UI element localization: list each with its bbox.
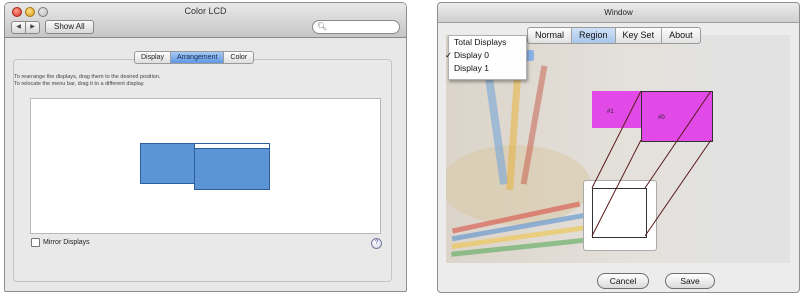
region-label: #1: [607, 109, 614, 115]
tab-display[interactable]: Display: [135, 52, 171, 63]
menu-item-display-0[interactable]: ✓ Display 0: [445, 49, 526, 62]
tab-about[interactable]: About: [662, 28, 700, 43]
tab-color[interactable]: Color: [224, 52, 253, 63]
search-input[interactable]: 🔍︎: [312, 20, 400, 34]
forward-button[interactable]: ▶: [26, 21, 40, 34]
show-all-button[interactable]: Show All: [45, 20, 94, 34]
instruction-line: To relocate the menu bar, drag it to a d…: [14, 81, 145, 87]
instruction-line: To rearrange the displays, drag them to …: [14, 74, 161, 80]
window-title: Window: [438, 3, 799, 23]
display-main[interactable]: [194, 143, 270, 190]
search-icon: 🔍︎: [317, 22, 328, 31]
region-display-0[interactable]: #0: [641, 91, 713, 142]
display-secondary[interactable]: [140, 143, 195, 184]
menu-item-label: Display 0: [454, 50, 489, 60]
help-button[interactable]: ?: [371, 238, 382, 249]
display-dropdown-menu: Total Displays ✓ Display 0 Display 1: [445, 35, 527, 80]
cancel-button[interactable]: Cancel: [597, 273, 649, 289]
tab-bar: Normal Region Key Set About: [527, 27, 701, 44]
region-display-1[interactable]: #1: [592, 91, 641, 128]
menu-item-total-displays[interactable]: Total Displays: [449, 36, 526, 49]
tab-normal[interactable]: Normal: [528, 28, 573, 43]
mirror-label: Mirror Displays: [43, 239, 90, 246]
back-button[interactable]: ◀: [11, 21, 26, 34]
save-button[interactable]: Save: [665, 273, 715, 289]
tab-region[interactable]: Region: [572, 28, 616, 43]
window-title: Color LCD: [184, 6, 227, 16]
menu-item-display-1[interactable]: Display 1: [449, 62, 526, 75]
region-label: #0: [658, 115, 665, 121]
mirror-displays[interactable]: Mirror Displays: [31, 238, 90, 247]
checkmark-icon: ✓: [445, 50, 453, 60]
mirror-checkbox[interactable]: [31, 238, 40, 247]
window-region-preview[interactable]: [592, 188, 647, 238]
titlebar: Color LCD ◀ ▶ Show All 🔍︎: [5, 3, 406, 38]
tab-bar: Display Arrangement Color: [134, 51, 255, 64]
tab-arrangement[interactable]: Arrangement: [170, 52, 225, 63]
nav-buttons: ◀ ▶: [11, 21, 40, 34]
menu-item-label: Display 1: [454, 63, 489, 73]
menu-item-label: Total Displays: [454, 37, 507, 47]
menu-bar-handle[interactable]: [195, 144, 269, 149]
tab-key-set[interactable]: Key Set: [616, 28, 663, 43]
instructions: To rearrange the displays, drag them to …: [14, 74, 160, 88]
